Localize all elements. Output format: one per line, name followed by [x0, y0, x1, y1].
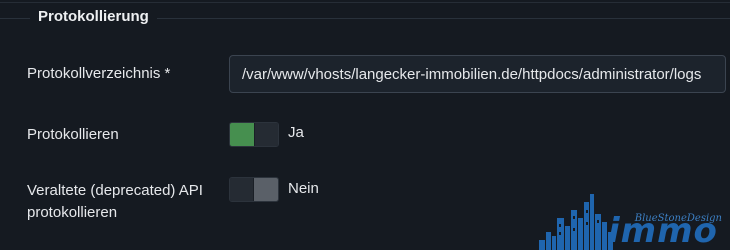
logging-label: Protokollieren: [27, 126, 119, 143]
log-directory-label: Protokollverzeichnis *: [27, 65, 171, 82]
deprecated-api-label-line2: protokollieren: [27, 204, 118, 221]
toggle-off-segment: [254, 123, 278, 146]
logging-settings-panel: Protokollierung Protokollverzeichnis * P…: [0, 0, 730, 250]
watermark-word-text: immo: [608, 211, 718, 250]
logging-toggle[interactable]: [229, 122, 279, 147]
logging-state-label: Ja: [288, 124, 304, 141]
fieldset-legend: Protokollierung: [30, 8, 157, 25]
toggle-on-segment: [254, 178, 278, 201]
toggle-off-segment: [230, 178, 254, 201]
toggle-on-segment: [230, 123, 254, 146]
deprecated-api-toggle[interactable]: [229, 177, 279, 202]
log-directory-input[interactable]: [229, 55, 726, 93]
top-divider: [0, 2, 730, 3]
deprecated-api-label: Veraltete (deprecated) API protokolliere…: [27, 180, 203, 224]
deprecated-api-state-label: Nein: [288, 180, 319, 197]
deprecated-api-label-line1: Veraltete (deprecated) API: [27, 182, 203, 199]
